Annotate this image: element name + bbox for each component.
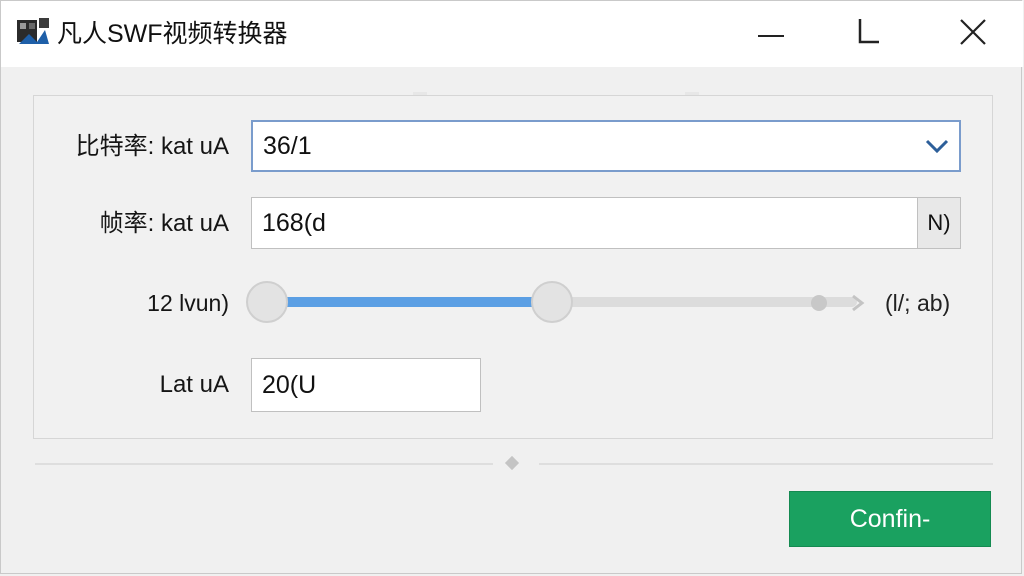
divider bbox=[35, 463, 493, 465]
slider-end-marker bbox=[811, 295, 827, 311]
slider-value-text: (l/; ab) bbox=[885, 290, 951, 316]
divider bbox=[539, 463, 993, 465]
slider-fill bbox=[269, 297, 553, 307]
close-button[interactable] bbox=[923, 1, 1023, 67]
bitrate-dropdown[interactable]: 36/1 bbox=[251, 120, 961, 172]
minimize-icon bbox=[758, 25, 784, 43]
arrow-right-icon bbox=[851, 293, 865, 318]
bitrate-value: 36/1 bbox=[263, 132, 312, 160]
app-window: 凡人SWF视频转换器 比特率: kat uA 36/1 帧率: kat uA 1… bbox=[0, 0, 1023, 574]
maximize-button[interactable] bbox=[819, 1, 919, 67]
small-field-input[interactable]: 20(U bbox=[251, 358, 481, 412]
minimize-button[interactable] bbox=[721, 1, 821, 67]
panel-mark bbox=[685, 92, 699, 95]
slider-handle[interactable] bbox=[531, 281, 573, 323]
slider-label: 12 lvun) bbox=[147, 290, 229, 316]
app-logo-icon bbox=[15, 16, 51, 52]
framerate-button[interactable]: N) bbox=[917, 197, 961, 249]
framerate-input[interactable]: 168(d bbox=[251, 197, 918, 249]
diamond-icon bbox=[504, 455, 520, 471]
title-bar[interactable]: 凡人SWF视频转换器 bbox=[1, 1, 1023, 67]
framerate-value: 168(d bbox=[262, 209, 326, 237]
slider-start-handle[interactable] bbox=[246, 281, 288, 323]
bitrate-label: 比特率: kat uA bbox=[75, 133, 229, 160]
framerate-label: 帧率: kat uA bbox=[99, 210, 229, 237]
maximize-icon bbox=[857, 18, 881, 50]
chevron-down-icon[interactable] bbox=[915, 122, 959, 170]
confirm-button[interactable]: Confin- bbox=[789, 491, 991, 547]
close-icon bbox=[960, 18, 986, 50]
small-field-value: 20(U bbox=[262, 371, 317, 399]
window-title: 凡人SWF视频转换器 bbox=[57, 20, 288, 48]
panel-mark bbox=[413, 92, 427, 95]
small-field-label: Lat uA bbox=[159, 371, 229, 398]
